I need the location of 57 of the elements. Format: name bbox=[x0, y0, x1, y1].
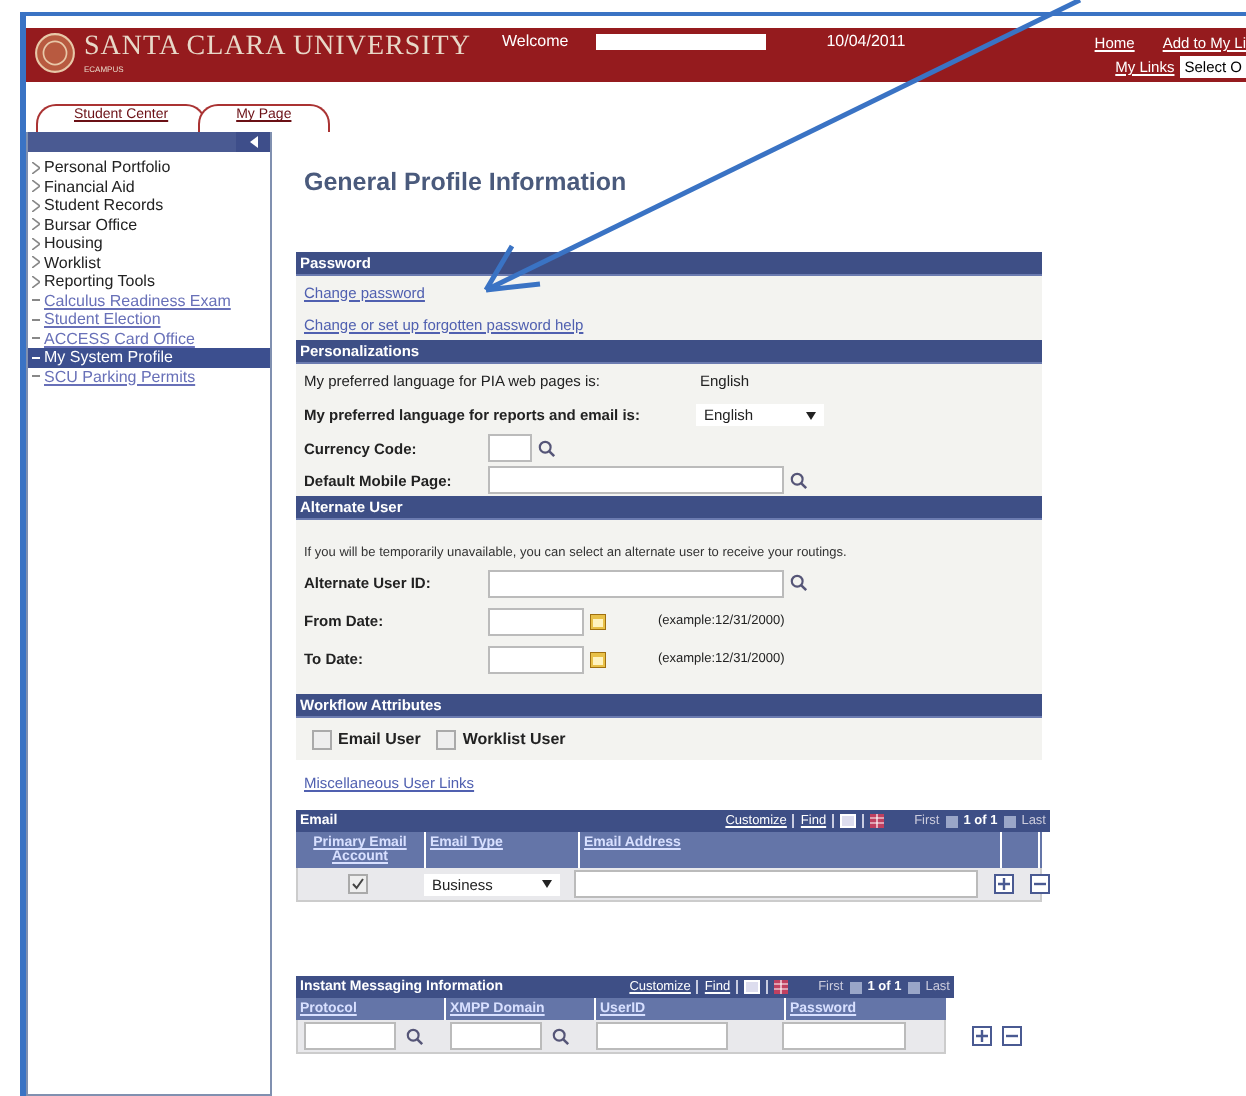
view-icon[interactable] bbox=[744, 980, 761, 994]
sidebar-item[interactable]: Student Election bbox=[28, 310, 270, 329]
dash-icon bbox=[32, 317, 40, 322]
alternate-user-field[interactable] bbox=[488, 569, 784, 597]
previous-button[interactable] bbox=[945, 815, 958, 827]
dash-icon bbox=[32, 374, 40, 379]
sidebar-item[interactable]: SCU Parking Permits bbox=[28, 367, 270, 386]
sidebar-item[interactable]: My System Profile bbox=[28, 348, 270, 367]
seal-icon bbox=[34, 32, 76, 74]
search-icon[interactable] bbox=[790, 574, 808, 592]
checkbox-label: Email User bbox=[338, 730, 421, 748]
collapse-button[interactable] bbox=[236, 132, 270, 152]
previous-button[interactable] bbox=[849, 981, 862, 993]
checkbox[interactable] bbox=[348, 874, 368, 894]
welcome-text: Welcome bbox=[502, 32, 569, 50]
userid-field[interactable] bbox=[596, 1022, 728, 1050]
dash-icon bbox=[32, 298, 40, 303]
search-icon[interactable] bbox=[538, 439, 556, 457]
sidebar-item[interactable]: Calculus Readiness Exam bbox=[28, 291, 270, 310]
domain-field[interactable] bbox=[450, 1022, 542, 1050]
email-address-field[interactable] bbox=[574, 870, 978, 898]
sidebar-item[interactable]: Reporting Tools bbox=[28, 272, 270, 291]
password-field[interactable] bbox=[782, 1022, 906, 1050]
from-date-field[interactable] bbox=[488, 607, 584, 635]
sidebar-item[interactable]: Personal Portfolio bbox=[28, 158, 270, 177]
calendar-icon[interactable] bbox=[590, 651, 606, 667]
collapse-icon[interactable] bbox=[249, 136, 257, 148]
to-date-field[interactable] bbox=[488, 645, 584, 673]
sidebar-item[interactable]: ACCESS Card Office bbox=[28, 329, 270, 348]
next-button[interactable] bbox=[907, 981, 920, 993]
calendar-icon[interactable] bbox=[590, 613, 606, 629]
checkbox[interactable] bbox=[312, 729, 332, 749]
grid-icon[interactable] bbox=[870, 814, 885, 828]
search-icon[interactable] bbox=[790, 471, 808, 489]
checkbox[interactable] bbox=[436, 729, 457, 749]
check-icon bbox=[352, 878, 364, 890]
date-text: 10/04/2011 bbox=[826, 32, 906, 50]
search-icon[interactable] bbox=[406, 1027, 424, 1045]
checkbox-label: Worklist User bbox=[462, 730, 566, 748]
view-icon[interactable] bbox=[840, 814, 857, 828]
mobile-page-field[interactable] bbox=[488, 466, 784, 494]
currency-field[interactable] bbox=[488, 434, 532, 462]
sidebar-item[interactable]: Financial Aid bbox=[28, 177, 270, 196]
caret-icon bbox=[542, 880, 552, 888]
page-title: General Profile Information bbox=[304, 168, 629, 196]
sidebar-item[interactable]: Student Records bbox=[28, 196, 270, 215]
next-button[interactable] bbox=[1003, 815, 1016, 827]
sidebar-item[interactable]: Bursar Office bbox=[28, 215, 270, 234]
sidebar-item[interactable]: Housing bbox=[28, 234, 270, 253]
protocol-field[interactable] bbox=[304, 1022, 396, 1050]
sidebar-item[interactable]: Worklist bbox=[28, 253, 270, 272]
caret-icon bbox=[806, 411, 816, 419]
dash-icon bbox=[32, 336, 40, 341]
university-logo-text: SANTA CLARA UNIVERSITY bbox=[84, 32, 471, 64]
grid-icon[interactable] bbox=[774, 980, 789, 994]
dash-icon bbox=[32, 355, 40, 360]
search-icon[interactable] bbox=[552, 1027, 570, 1045]
